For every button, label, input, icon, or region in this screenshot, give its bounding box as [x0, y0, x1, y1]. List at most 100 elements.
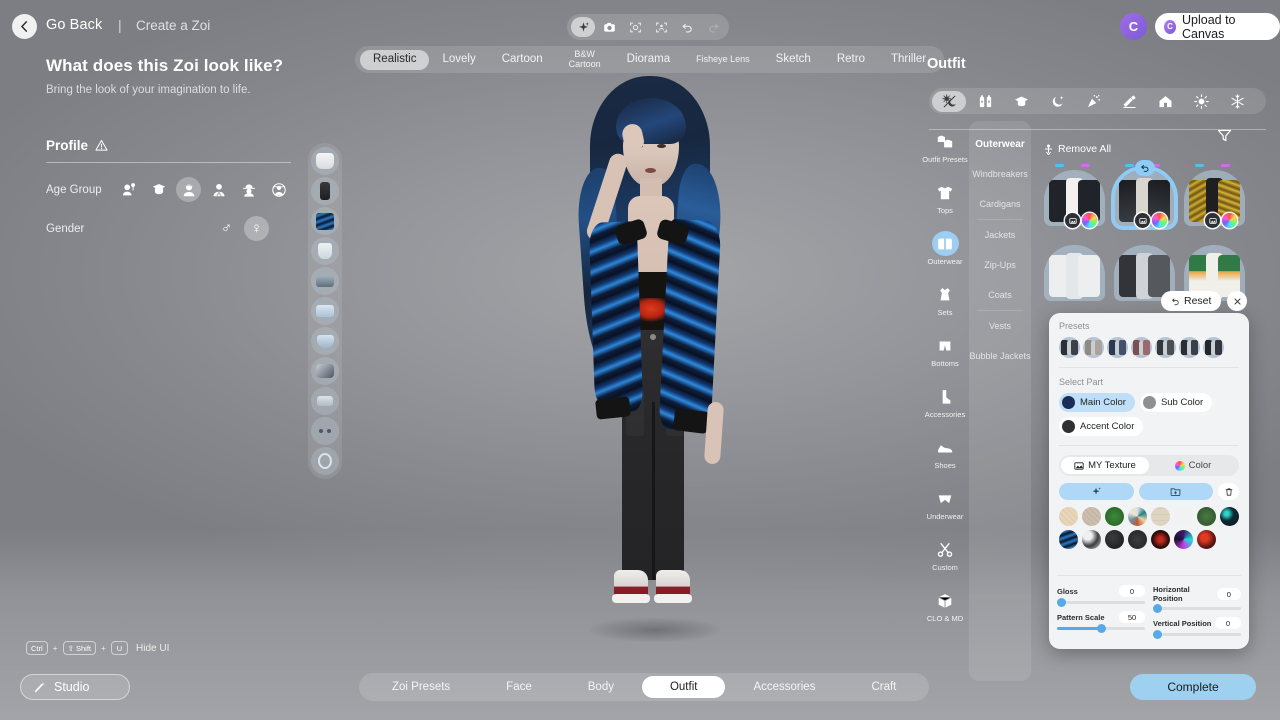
redo-icon[interactable]: [701, 17, 725, 37]
gender-option-female[interactable]: ♀: [244, 216, 269, 241]
go-back-label[interactable]: Go Back: [46, 17, 102, 33]
color-badge-icon[interactable]: [1082, 213, 1097, 228]
equipped-item-bag[interactable]: [311, 387, 339, 415]
studio-button[interactable]: Studio: [20, 674, 130, 700]
style-tab-cartoon[interactable]: Cartoon: [489, 50, 556, 70]
style-tab-fisheye-lens[interactable]: Fisheye Lens: [683, 50, 763, 70]
body-focus-icon[interactable]: [649, 17, 673, 37]
garment-cell-black-denim-jacket[interactable]: [1111, 158, 1178, 230]
occasion-home-icon[interactable]: [1148, 91, 1182, 112]
age-option-elder[interactable]: [266, 177, 291, 202]
equipped-item-accessory[interactable]: [311, 357, 339, 385]
equipped-item-shoes[interactable]: [311, 267, 339, 295]
filter-funnel-icon[interactable]: [1217, 128, 1232, 148]
garment-cell-white-black-jacket[interactable]: [1041, 158, 1108, 230]
swatch-red-on-black[interactable]: [1151, 530, 1170, 549]
equipped-item-top[interactable]: [311, 147, 339, 175]
occasion-daily-icon[interactable]: [932, 90, 966, 112]
tab-outfit[interactable]: Outfit: [641, 676, 726, 698]
back-button[interactable]: [12, 14, 37, 39]
gender-option-male[interactable]: ♂: [214, 216, 239, 241]
equipped-item-bottom[interactable]: [311, 177, 339, 205]
swatch-dark-green-moss[interactable]: [1197, 507, 1216, 526]
swatch-teal-sparkle[interactable]: [1220, 507, 1239, 526]
color-preset-7[interactable]: [1203, 337, 1224, 358]
occasion-night-icon[interactable]: [1040, 91, 1074, 112]
subcategory-bubble-jackets[interactable]: Bubble Jackets: [969, 341, 1031, 371]
part-sub-color[interactable]: Sub Color: [1139, 393, 1213, 412]
occasion-winter-icon[interactable]: [1220, 91, 1254, 112]
slider-gloss[interactable]: Gloss 0: [1057, 585, 1145, 607]
swatch-white-faint[interactable]: [1174, 507, 1193, 526]
subcategory-jackets[interactable]: Jackets: [969, 220, 1031, 250]
slider-vertical-position[interactable]: Vertical Position 0: [1153, 617, 1241, 639]
subcategory-coats[interactable]: Coats: [969, 280, 1031, 310]
garment-cell-white-floral-jacket[interactable]: [1041, 233, 1108, 305]
color-badge-icon[interactable]: [1222, 213, 1237, 228]
style-tab-diorama[interactable]: Diorama: [614, 50, 683, 70]
tab-accessories[interactable]: Accessories: [725, 676, 843, 698]
upload-to-canvas-button[interactable]: C Upload to Canvas: [1155, 13, 1280, 41]
style-tab-sketch[interactable]: Sketch: [763, 50, 824, 70]
color-preset-5[interactable]: [1155, 337, 1176, 358]
texture-badge-icon[interactable]: [1205, 213, 1220, 228]
slider-pattern-scale[interactable]: Pattern Scale 50: [1057, 611, 1145, 633]
age-option-child[interactable]: [146, 177, 171, 202]
sidebar-item-accessories[interactable]: Accessories: [919, 376, 971, 427]
face-focus-icon[interactable]: [623, 17, 647, 37]
part-accent-color[interactable]: Accent Color: [1059, 417, 1144, 436]
sidebar-item-underwear[interactable]: Underwear: [919, 478, 971, 529]
equipped-item-underwear[interactable]: [311, 327, 339, 355]
tab-body[interactable]: Body: [560, 676, 642, 698]
swatch-red-splatter[interactable]: [1197, 530, 1216, 549]
sidebar-item-outfit-presets[interactable]: Outfit Presets: [919, 121, 971, 172]
avatar[interactable]: C: [1120, 13, 1147, 40]
subcategory-windbreakers[interactable]: Windbreakers: [969, 159, 1031, 189]
sparkle-icon[interactable]: [571, 17, 595, 37]
swatch-forest-green[interactable]: [1105, 507, 1124, 526]
subcategory-cardigans[interactable]: Cardigans: [969, 189, 1031, 219]
color-preset-2[interactable]: [1083, 337, 1104, 358]
remove-all-button[interactable]: Remove All: [1043, 143, 1111, 155]
color-preset-6[interactable]: [1179, 337, 1200, 358]
undo-icon[interactable]: [675, 17, 699, 37]
style-tab-realistic[interactable]: Realistic: [360, 49, 430, 70]
equipped-item-socks[interactable]: [311, 237, 339, 265]
tab-craft[interactable]: Craft: [843, 676, 924, 698]
part-main-color[interactable]: Main Color: [1059, 393, 1135, 412]
age-option-adult[interactable]: [236, 177, 261, 202]
color-preset-1[interactable]: [1059, 337, 1080, 358]
tab-my-texture[interactable]: MY Texture: [1061, 457, 1149, 474]
zoi-character-model[interactable]: [546, 72, 756, 632]
swatch-light-grid[interactable]: [1151, 507, 1170, 526]
age-option-young-adult[interactable]: [206, 177, 231, 202]
swatch-cream-linen[interactable]: [1059, 507, 1078, 526]
import-texture-button[interactable]: [1138, 483, 1213, 500]
equipped-item-hat[interactable]: [311, 447, 339, 475]
style-tab-lovely[interactable]: Lovely: [429, 50, 488, 70]
swatch-multicolor-patchwork[interactable]: [1128, 507, 1147, 526]
texture-badge-icon[interactable]: [1065, 213, 1080, 228]
age-option-infant[interactable]: [116, 177, 141, 202]
age-option-teen[interactable]: [176, 177, 201, 202]
sidebar-item-outerwear[interactable]: Outerwear: [919, 223, 971, 274]
revert-garment-icon[interactable]: [1135, 160, 1155, 176]
sidebar-item-bottoms[interactable]: Bottoms: [919, 325, 971, 376]
occasion-work-icon[interactable]: [968, 91, 1002, 112]
sidebar-item-shoes[interactable]: Shoes: [919, 427, 971, 478]
sidebar-item-custom[interactable]: Custom: [919, 529, 971, 580]
tab-face[interactable]: Face: [478, 676, 560, 698]
color-badge-icon[interactable]: [1152, 213, 1167, 228]
swatch-beige-canvas[interactable]: [1082, 507, 1101, 526]
breadcrumb-create-a-zoi[interactable]: Create a Zoi: [136, 18, 210, 33]
equipped-item-bra[interactable]: [311, 297, 339, 325]
occasion-party-icon[interactable]: [1076, 91, 1110, 112]
subcategory-zip-ups[interactable]: Zip-Ups: [969, 250, 1031, 280]
swatch-neon-graffiti[interactable]: [1174, 530, 1193, 549]
occasion-sports-icon[interactable]: [1112, 91, 1146, 112]
delete-texture-button[interactable]: [1218, 483, 1239, 500]
occasion-school-icon[interactable]: [1004, 91, 1038, 112]
equipped-item-glasses[interactable]: [311, 417, 339, 445]
swatch-blue-flame[interactable]: [1059, 530, 1078, 549]
generate-texture-button[interactable]: [1059, 483, 1134, 500]
